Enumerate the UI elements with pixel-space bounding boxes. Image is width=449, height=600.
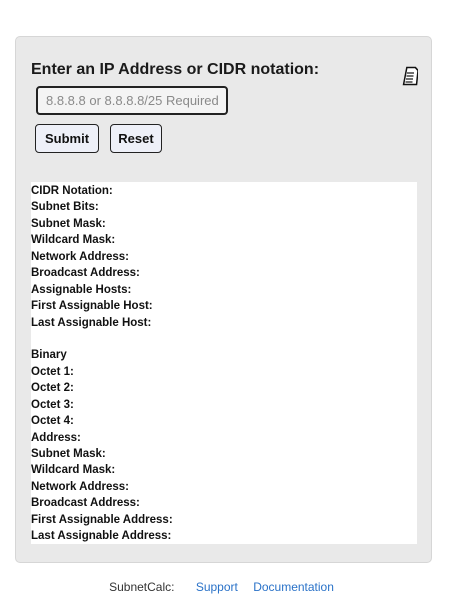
reset-button[interactable]: Reset [110,124,162,153]
binary-octet-4: Octet 4: [31,415,74,428]
result-cidr-notation: CIDR Notation: [31,185,113,197]
submit-button[interactable]: Submit [35,124,99,153]
result-first-assignable-host: First Assignable Host: [31,300,153,313]
ip-address-input[interactable] [36,86,228,115]
form-heading: Enter an IP Address or CIDR notation: [31,61,320,78]
binary-octet-3: Octet 3: [31,398,74,411]
binary-broadcast-address: Broadcast Address: [31,497,140,510]
binary-octet-2: Octet 2: [31,382,74,395]
result-assignable-hosts: Assignable Hosts: [31,283,132,296]
binary-wildcard-mask: Wildcard Mask: [31,464,116,477]
result-network-address: Network Address: [31,250,129,263]
result-broadcast-address: Broadcast Address: [31,267,140,280]
results-panel: CIDR Notation: Subnet Bits: Subnet Mask:… [31,182,417,544]
binary-heading: Binary [31,349,67,362]
result-subnet-bits: Subnet Bits: [31,201,99,214]
footer-brand: SubnetCalc: [109,580,175,594]
binary-subnet-mask: Subnet Mask: [31,448,106,460]
binary-network-address: Network Address: [31,480,129,493]
binary-octet-1: Octet 1: [31,365,74,378]
support-link[interactable]: Support [196,580,238,594]
documentation-link[interactable]: Documentation [253,580,334,594]
calculator-card: Enter an IP Address or CIDR notation: Su… [15,36,432,563]
document-icon[interactable] [402,66,418,86]
binary-last-assignable-address: Last Assignable Address: [31,530,172,543]
binary-address: Address: [31,431,81,444]
footer: SubnetCalc: Support Documentation [0,580,449,594]
binary-first-assignable-address: First Assignable Address: [31,513,173,526]
result-last-assignable-host: Last Assignable Host: [31,316,152,329]
result-subnet-mask: Subnet Mask: [31,217,106,230]
result-wildcard-mask: Wildcard Mask: [31,234,116,247]
